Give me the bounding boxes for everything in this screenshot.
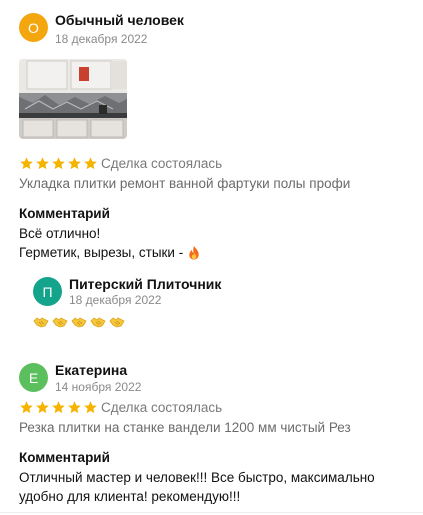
comment-line-with-emoji: Герметик, вырезы, стыки - [19, 243, 201, 262]
star-icon [84, 401, 97, 414]
author-name[interactable]: Обычный человек [55, 12, 184, 28]
author-name[interactable]: Екатерина [55, 362, 127, 378]
avatar[interactable]: Е [19, 363, 48, 392]
avatar-initial: Е [28, 369, 39, 386]
star-icon [20, 401, 33, 414]
handshake-icon [109, 317, 125, 328]
review-date: 18 декабря 2022 [55, 32, 148, 46]
comment-title: Комментарий [19, 450, 110, 465]
comment-title: Комментарий [19, 206, 110, 221]
rating-stars [19, 400, 98, 415]
avatar[interactable]: О [19, 13, 48, 42]
handshake-icon [52, 317, 68, 328]
reply-author-name[interactable]: Питерский Плиточник [69, 276, 221, 292]
comment-line: удобно для клиента! рекомендую!!! [19, 489, 241, 504]
service-name[interactable]: Укладка плитки ремонт ванной фартуки пол… [19, 176, 350, 191]
star-icon [36, 401, 49, 414]
comment-line: Отличный мастер и человек!!! Все быстро,… [19, 470, 375, 485]
review-date: 14 ноября 2022 [55, 380, 142, 394]
star-icon [36, 157, 49, 170]
review-card: Е Екатерина 14 ноября 2022 Сделка состоя… [0, 350, 423, 515]
avatar-initial: О [28, 19, 39, 36]
star-icon [84, 157, 97, 170]
comment-line: Герметик, вырезы, стыки - [19, 245, 184, 260]
handshake-icon [71, 317, 87, 328]
star-icon [68, 401, 81, 414]
star-icon [20, 157, 33, 170]
handshake-icon [33, 317, 49, 328]
service-name[interactable]: Резка плитки на станке вандели 1200 мм ч… [19, 420, 351, 435]
comment-text: Всё отлично! Герметик, вырезы, стыки - [19, 224, 201, 262]
handshake-icon [90, 317, 106, 328]
rating-stars [19, 156, 98, 171]
reply-avatar[interactable]: П [33, 277, 62, 306]
kitchen-photo-image [19, 59, 127, 139]
comment-text: Отличный мастер и человек!!! Все быстро,… [19, 468, 375, 506]
review-card: О Обычный человек 18 декабря 2022 Сделка… [0, 0, 423, 350]
comment-line: Всё отлично! [19, 226, 101, 241]
star-icon [52, 401, 65, 414]
review-photo[interactable] [19, 59, 127, 139]
reply-date: 18 декабря 2022 [69, 293, 162, 307]
deal-status: Сделка состоялась [101, 400, 223, 415]
star-icon [68, 157, 81, 170]
divider [0, 512, 423, 513]
deal-status: Сделка состоялась [101, 156, 223, 171]
avatar-initial: П [42, 283, 53, 300]
fire-icon [189, 245, 199, 260]
star-icon [52, 157, 65, 170]
reply-emojis [33, 316, 125, 328]
